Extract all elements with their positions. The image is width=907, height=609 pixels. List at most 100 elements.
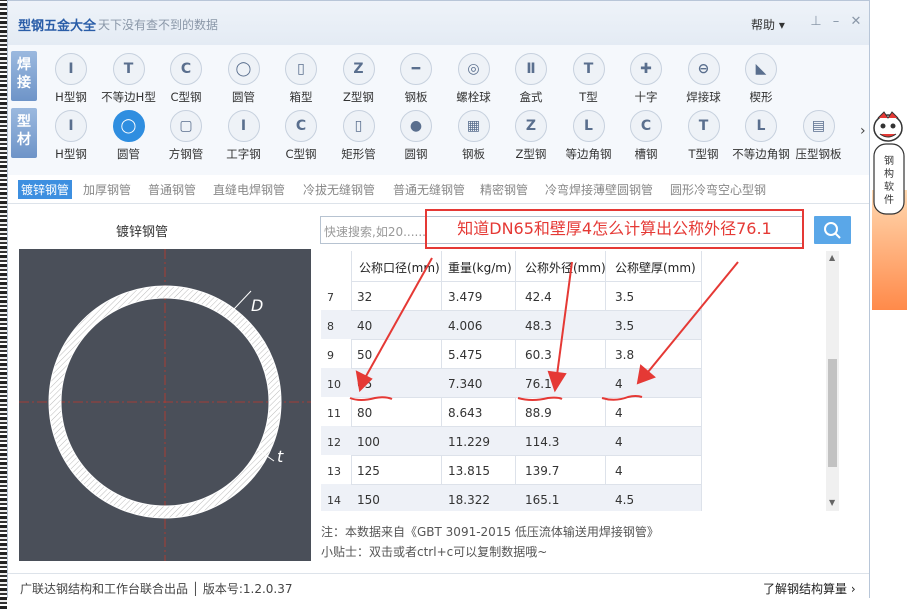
table-cell-w[interactable]: 7.340: [448, 377, 482, 391]
subtab-0[interactable]: 镀锌钢管: [18, 180, 73, 199]
tool-row2-11[interactable]: T T型钢: [674, 108, 734, 164]
col-header-wall[interactable]: 公称壁厚(mm): [615, 259, 696, 276]
tool-row2-4[interactable]: C C型钢: [271, 108, 331, 164]
vtab-weld[interactable]: 焊接: [11, 51, 37, 101]
table-cell-w[interactable]: 4.006: [448, 319, 482, 333]
chevron-right-icon[interactable]: ›: [860, 123, 866, 139]
col-header-weight[interactable]: 重量(kg/m): [448, 259, 512, 276]
tool-row1-6[interactable]: ━ 钢板: [386, 51, 446, 107]
col-header-od[interactable]: 公称外径(mm): [525, 259, 606, 276]
tool-row1-10[interactable]: ✚ 十字: [616, 51, 676, 107]
subtab-7[interactable]: 冷弯焊接薄壁圆钢管: [545, 181, 653, 198]
tool-row2-5[interactable]: ▯ 矩形管: [329, 108, 389, 164]
tool-row1-3[interactable]: ◯ 圆管: [214, 51, 274, 107]
table-cell-od[interactable]: 139.7: [525, 464, 559, 478]
tool-label: 圆钢: [404, 147, 428, 161]
pin-icon[interactable]: ⊥: [808, 14, 824, 30]
tool-row2-8[interactable]: Z Z型钢: [501, 108, 561, 164]
row-index: 10: [327, 378, 341, 391]
table-cell-w[interactable]: 18.322: [448, 493, 490, 507]
table-cell-w[interactable]: 11.229: [448, 435, 490, 449]
table-cell-od[interactable]: 48.3: [525, 319, 552, 333]
tool-row2-13[interactable]: ▤ 压型钢板: [789, 108, 849, 164]
tip-note: 小贴士：双击或者ctrl+c可以复制数据哦~: [321, 545, 548, 559]
subtab-3[interactable]: 直缝电焊钢管: [213, 181, 285, 198]
tool-row2-12[interactable]: L 不等边角钢: [731, 108, 791, 164]
tool-row1-2[interactable]: C C型钢: [156, 51, 216, 107]
scroll-down-icon[interactable]: ▼: [829, 498, 835, 507]
scroll-thumb[interactable]: [828, 359, 837, 467]
table-row[interactable]: 10 65 7.340 76.1 4: [321, 368, 701, 397]
learn-more-link[interactable]: 了解钢结构算量 ›: [763, 580, 856, 597]
tool-row1-4[interactable]: ▯ 箱型: [271, 51, 331, 107]
table-row[interactable]: 7 32 3.479 42.4 3.5: [321, 281, 701, 310]
col-header-dn[interactable]: 公称口径(mm): [359, 259, 440, 276]
table-row[interactable]: 8 40 4.006 48.3 3.5: [321, 310, 701, 339]
table-cell-dn[interactable]: 100: [357, 435, 380, 449]
table-cell-w[interactable]: 5.475: [448, 348, 482, 362]
table-row[interactable]: 9 50 5.475 60.3 3.8: [321, 339, 701, 368]
table-cell-dn[interactable]: 40: [357, 319, 372, 333]
close-icon[interactable]: ✕: [848, 14, 864, 30]
tool-row1-9[interactable]: T T型: [559, 51, 619, 107]
table-cell-w[interactable]: 3.479: [448, 290, 482, 304]
tool-row2-7[interactable]: ▦ 钢板: [444, 108, 504, 164]
tool-row1-5[interactable]: Z Z型钢: [329, 51, 389, 107]
table-cell-od[interactable]: 42.4: [525, 290, 552, 304]
tool-row2-9[interactable]: L 等边角钢: [559, 108, 619, 164]
table-cell-dn[interactable]: 150: [357, 493, 380, 507]
box-section-icon: Ⅱ: [515, 53, 547, 85]
table-cell-od[interactable]: 60.3: [525, 348, 552, 362]
table-cell-t[interactable]: 4: [615, 464, 623, 478]
tool-row1-7[interactable]: ◎ 螺栓球: [444, 51, 504, 107]
table-cell-w[interactable]: 8.643: [448, 406, 482, 420]
subtab-6[interactable]: 精密钢管: [480, 181, 528, 198]
table-row[interactable]: 12 100 11.229 114.3 4: [321, 426, 701, 455]
table-row[interactable]: 11 80 8.643 88.9 4: [321, 397, 701, 426]
search-button[interactable]: [814, 216, 851, 244]
table-row[interactable]: 14 150 18.322 165.1 4.5: [321, 484, 701, 511]
tool-row2-0[interactable]: I H型钢: [41, 108, 101, 164]
subtab-2[interactable]: 普通钢管: [148, 181, 196, 198]
table-cell-dn[interactable]: 65: [357, 377, 372, 391]
table-cell-dn[interactable]: 125: [357, 464, 380, 478]
vtab-profile[interactable]: 型材: [11, 108, 37, 158]
scroll-up-icon[interactable]: ▲: [829, 253, 835, 262]
table-cell-dn[interactable]: 32: [357, 290, 372, 304]
table-cell-t[interactable]: 3.8: [615, 348, 634, 362]
tool-row2-10[interactable]: C 槽钢: [616, 108, 676, 164]
table-cell-t[interactable]: 4.5: [615, 493, 634, 507]
tool-row2-6[interactable]: ● 圆钢: [386, 108, 446, 164]
table-row[interactable]: 13 125 13.815 139.7 4: [321, 455, 701, 484]
mascot-icon[interactable]: 钢 构 软 件: [870, 110, 907, 220]
tool-row1-0[interactable]: I H型钢: [41, 51, 101, 107]
tool-row1-11[interactable]: ⊖ 焊接球: [674, 51, 734, 107]
tool-row2-1[interactable]: ◯ 圆管: [99, 108, 159, 164]
subtab-4[interactable]: 冷拔无缝钢管: [303, 181, 375, 198]
table-cell-od[interactable]: 165.1: [525, 493, 559, 507]
table-cell-t[interactable]: 4: [615, 377, 623, 391]
table-cell-od[interactable]: 88.9: [525, 406, 552, 420]
table-cell-t[interactable]: 4: [615, 406, 623, 420]
table-scrollbar[interactable]: ▲ ▼: [826, 251, 839, 511]
table-cell-dn[interactable]: 80: [357, 406, 372, 420]
subtab-5[interactable]: 普通无缝钢管: [393, 181, 465, 198]
table-cell-od[interactable]: 114.3: [525, 435, 559, 449]
i-beam-icon: I: [227, 110, 260, 142]
minimize-icon[interactable]: –: [828, 14, 844, 30]
search-icon: [824, 222, 841, 239]
tool-row1-8[interactable]: Ⅱ 盒式: [501, 51, 561, 107]
subtab-8[interactable]: 圆形冷弯空心型钢: [670, 181, 766, 198]
table-cell-w[interactable]: 13.815: [448, 464, 490, 478]
tool-row2-2[interactable]: ▢ 方钢管: [156, 108, 216, 164]
table-cell-t[interactable]: 3.5: [615, 290, 634, 304]
table-cell-t[interactable]: 3.5: [615, 319, 634, 333]
table-cell-od[interactable]: 76.1: [525, 377, 552, 391]
subtab-1[interactable]: 加厚钢管: [83, 181, 131, 198]
help-menu[interactable]: 帮助 ▾: [751, 16, 785, 33]
table-cell-t[interactable]: 4: [615, 435, 623, 449]
tool-row1-12[interactable]: ◣ 楔形: [731, 51, 791, 107]
table-cell-dn[interactable]: 50: [357, 348, 372, 362]
tool-row1-1[interactable]: T 不等边H型: [99, 51, 159, 107]
tool-row2-3[interactable]: I 工字钢: [214, 108, 274, 164]
